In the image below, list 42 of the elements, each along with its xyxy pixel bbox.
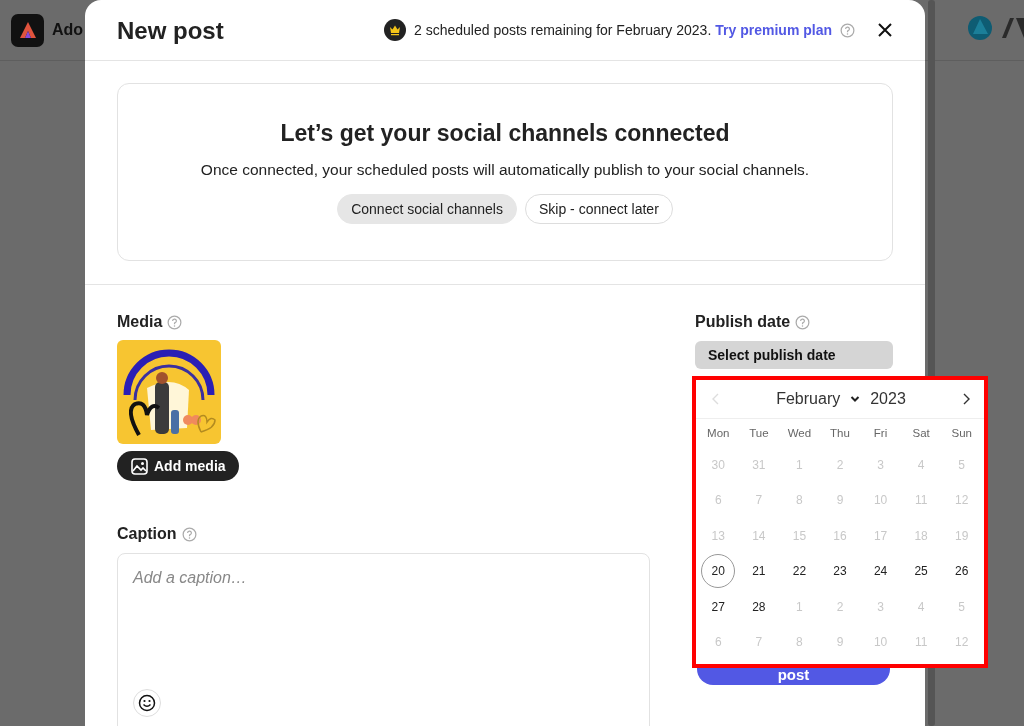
calendar-day[interactable]: 24 bbox=[863, 554, 898, 589]
caption-label: Caption bbox=[117, 525, 177, 543]
year-field[interactable]: 2023 bbox=[870, 390, 906, 408]
skip-button[interactable]: Skip - connect later bbox=[524, 194, 673, 224]
weekday-label: Mon bbox=[706, 426, 731, 441]
weekday-label: Fri bbox=[872, 426, 889, 441]
month-dropdown[interactable]: February bbox=[776, 387, 861, 411]
crown-icon bbox=[384, 19, 406, 41]
calendar-day[interactable]: 28 bbox=[741, 589, 776, 624]
calendar-day[interactable]: 27 bbox=[701, 589, 736, 624]
help-icon[interactable] bbox=[840, 22, 855, 38]
quota-notice: 2 scheduled posts remaining for February 2023. bbox=[414, 22, 712, 38]
calendar-day[interactable]: 22 bbox=[782, 554, 817, 589]
card-title: Let’s get your social channels connected bbox=[280, 120, 730, 147]
app-logo-icon[interactable] bbox=[11, 13, 44, 47]
add-media-button[interactable]: Add media bbox=[117, 451, 239, 481]
emoji-button[interactable] bbox=[133, 689, 161, 717]
weekday-label: Sat bbox=[911, 426, 931, 441]
brand-logo-icon[interactable] bbox=[1002, 18, 1024, 38]
weekday-label: Thu bbox=[829, 426, 851, 441]
select-date-button[interactable]: Select publish date bbox=[695, 341, 893, 369]
weekday-label: Wed bbox=[786, 426, 813, 441]
calendar-day[interactable]: 23 bbox=[823, 554, 857, 589]
image-icon bbox=[131, 457, 148, 475]
help-icon[interactable] bbox=[181, 526, 197, 542]
caret-icon[interactable] bbox=[850, 395, 861, 403]
dialog-title: New post bbox=[117, 17, 225, 45]
calendar-day[interactable]: 25 bbox=[904, 554, 939, 589]
calendar-day[interactable]: 26 bbox=[944, 554, 979, 589]
close-icon[interactable] bbox=[877, 22, 893, 38]
publish-date-label: Publish date bbox=[695, 313, 791, 331]
weekday-label: Sun bbox=[950, 426, 973, 441]
calendar-day[interactable]: 21 bbox=[741, 554, 776, 589]
premium-link[interactable]: Try premium plan bbox=[715, 22, 832, 38]
card-description: Once connected, your scheduled posts will automatically publish to your social channels. bbox=[200, 161, 810, 179]
app-title: Ado bbox=[52, 21, 84, 39]
help-icon[interactable] bbox=[795, 314, 811, 330]
help-icon[interactable] bbox=[167, 314, 183, 330]
weekday-label: Tue bbox=[748, 426, 770, 441]
connect-button[interactable]: Connect social channels bbox=[337, 194, 517, 224]
avatar-icon[interactable] bbox=[968, 16, 992, 40]
media-label: Media bbox=[117, 313, 163, 331]
